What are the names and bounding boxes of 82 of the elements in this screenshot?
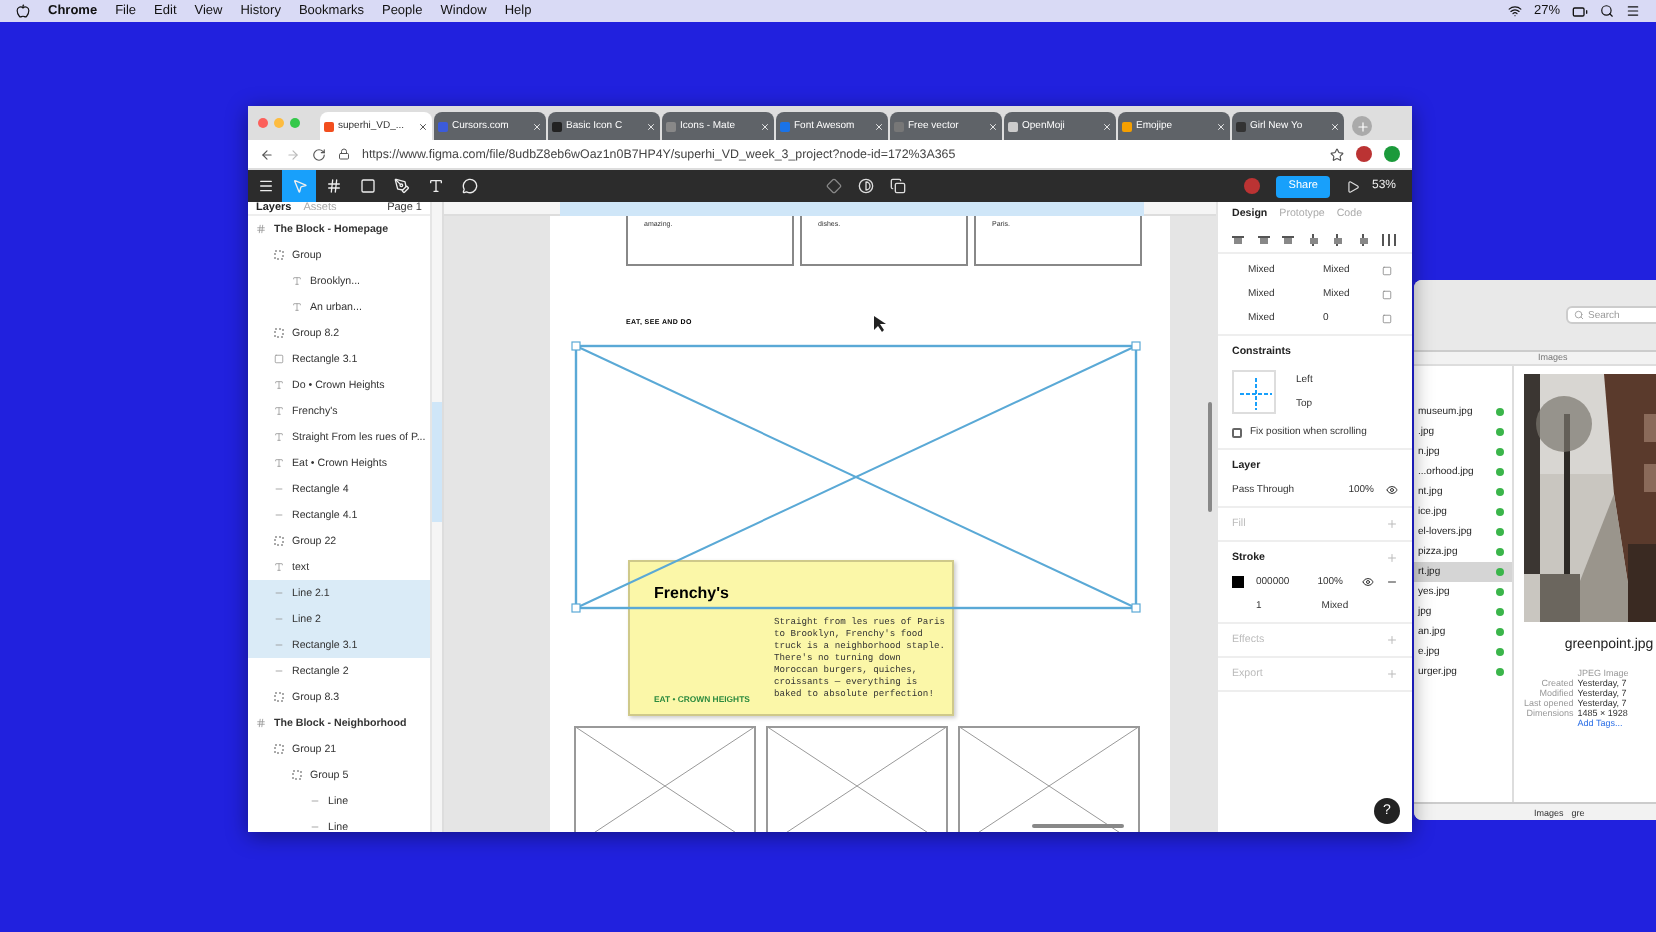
menu-icon[interactable] [1626, 4, 1640, 18]
favicon-icon [438, 121, 448, 131]
favicon-icon [666, 121, 676, 131]
line-icon [274, 484, 284, 494]
scrollbar[interactable] [1208, 402, 1212, 512]
status-dot [1496, 408, 1504, 416]
eye-icon[interactable] [1386, 484, 1398, 496]
checkbox[interactable] [1232, 427, 1242, 437]
group-icon [274, 692, 284, 702]
frame-icon [256, 718, 266, 728]
scrollbar[interactable] [1032, 824, 1124, 828]
group-icon [274, 328, 284, 338]
line-icon [274, 510, 284, 520]
align-icon[interactable] [1232, 233, 1244, 245]
color-swatch[interactable] [1232, 576, 1244, 588]
lock-icon [338, 148, 350, 160]
search-icon [1574, 310, 1584, 320]
wifi-icon[interactable] [1507, 4, 1522, 18]
align-icon[interactable] [1282, 233, 1294, 245]
status-dot [1496, 628, 1504, 636]
play-icon[interactable] [1345, 179, 1360, 193]
line-icon [274, 666, 284, 676]
favicon-icon [780, 121, 790, 131]
bookmark-icon[interactable] [1330, 147, 1344, 161]
status-dot [1496, 428, 1504, 436]
group-icon [274, 536, 284, 546]
text-icon [292, 276, 302, 286]
status-dot [1496, 568, 1504, 576]
favicon-icon [894, 121, 904, 131]
cursor-icon [874, 316, 886, 332]
reload-icon[interactable] [312, 147, 326, 161]
group-icon [274, 250, 284, 260]
group-icon [292, 770, 302, 780]
avatar-icon[interactable] [1356, 146, 1372, 162]
favicon-icon [1122, 121, 1132, 131]
remove-icon[interactable] [1386, 576, 1398, 588]
line-icon [274, 640, 284, 650]
eye-icon[interactable] [1362, 576, 1374, 588]
apple-icon[interactable] [16, 4, 30, 18]
status-dot [1496, 468, 1504, 476]
card-title: Frenchy's [654, 584, 729, 602]
favicon-icon [324, 121, 334, 131]
status-dot [1496, 668, 1504, 676]
align-icon[interactable] [1357, 233, 1369, 245]
status-dot [1496, 588, 1504, 596]
status-dot [1496, 448, 1504, 456]
line-icon [274, 588, 284, 598]
battery-icon[interactable] [1572, 3, 1588, 19]
text-icon [274, 432, 284, 442]
text-icon [292, 302, 302, 312]
boolean-icon[interactable] [889, 178, 906, 194]
extension-icon[interactable] [1384, 146, 1400, 162]
status-dot [1496, 528, 1504, 536]
search-icon[interactable] [1600, 4, 1614, 18]
frame-icon [256, 224, 266, 234]
favicon-icon [552, 121, 562, 131]
align-icon[interactable] [1257, 233, 1269, 245]
constraints-diagram[interactable] [1232, 370, 1276, 414]
status-dot [1496, 648, 1504, 656]
back-icon[interactable] [260, 147, 274, 161]
text-icon [274, 406, 284, 416]
line-icon [274, 614, 284, 624]
align-icon[interactable] [1332, 233, 1344, 245]
status-dot [1496, 608, 1504, 616]
mask-icon[interactable] [857, 178, 874, 194]
text-icon [274, 562, 284, 572]
favicon-icon [1008, 121, 1018, 131]
line-icon [310, 796, 320, 806]
status-dot [1496, 488, 1504, 496]
avatar-icon[interactable] [1244, 178, 1261, 194]
distribute-icon[interactable] [1382, 233, 1398, 245]
component-icon[interactable] [825, 178, 842, 194]
line-icon [310, 822, 320, 832]
favicon-icon [1236, 121, 1246, 131]
status-dot [1496, 508, 1504, 516]
align-icon[interactable] [1307, 233, 1319, 245]
rectangle-icon [274, 354, 284, 364]
image-placeholder[interactable] [574, 344, 1138, 610]
status-dot [1496, 548, 1504, 556]
group-icon [274, 744, 284, 754]
text-icon [274, 458, 284, 468]
text-icon [274, 380, 284, 390]
